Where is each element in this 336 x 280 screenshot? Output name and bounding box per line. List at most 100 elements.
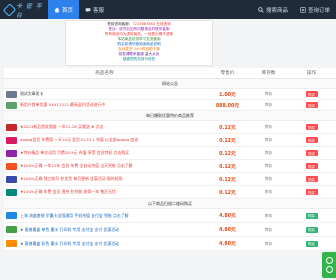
product-name[interactable]: ★100%正确 一年12年 会员 年费 全自动充值 当天到账 点击了解 (20, 163, 133, 169)
product-name[interactable]: ★100%正确 独立账号 秒发货 每月更新 优惠活动 限时抢购 (20, 176, 123, 182)
product-thumbnail (6, 175, 17, 183)
product-name[interactable]: ★ 惠普墨盒 彩色 墨水 打印机 专用 支付宝 支付 优惠活动 (20, 241, 119, 247)
nav-label-service: 客服 (93, 7, 105, 14)
product-name[interactable]: ★100%正确 年费 会员 直充 秒到账 质保一年 售后无忧 (20, 189, 116, 195)
notice-board: 售前咨询客服：7225687863 在线咨询 售后：收货后如有问题请及时联系客服… (65, 20, 213, 66)
table-row[interactable]: 新用户首单优惠 XXX12312 最高返利活动进行中 888.00元 库存 购买 (4, 100, 336, 111)
product-name[interactable]: ★2021新品首发限量 一年12.28 买就送 ★ 点击 (20, 124, 104, 130)
product-thumbnail (6, 188, 17, 196)
notice-contact[interactable]: 7225687863 在线咨询 (132, 22, 170, 26)
product-stock: 库存 (264, 137, 273, 142)
product-name-cell: ★2021新品首发限量 一年12.28 买就送 ★ 点击 (4, 123, 205, 131)
nav-item-home[interactable]: 首页 (48, 0, 80, 19)
product-name-cell: ★100%正确 独立账号 秒发货 每月更新 优惠活动 限时抢购 (4, 175, 205, 183)
table-row[interactable]: ★特价精品 单次试用 月费28.9元 充值 享受 会员特权 点击购买 0.12元 库… (4, 147, 336, 160)
buy-button[interactable]: 购买 (305, 212, 318, 219)
buy-button[interactable]: 购买 (305, 91, 318, 97)
buy-button[interactable]: 购买 (305, 226, 318, 233)
product-price: 0.12元 (219, 190, 236, 196)
product-thumbnail (6, 123, 17, 131)
action-cell: 购买 (287, 240, 336, 247)
product-stock: 库存 (264, 102, 273, 107)
buy-button[interactable]: 购买 (305, 124, 318, 130)
product-stock: 库存 (264, 150, 273, 155)
product-name-cell: ★100%正确 一年12年 会员 年费 全自动充值 当天到账 点击了解 (4, 162, 205, 170)
product-name[interactable]: ★ 惠普墨盒 单色 墨水 打印机 专用 支付宝 支付 优惠活动 (20, 227, 119, 233)
action-cell: 购买 (287, 176, 336, 182)
product-thumbnail (6, 240, 17, 247)
product-price: 1.00元 (219, 92, 236, 98)
buy-button[interactable]: 购买 (305, 189, 318, 195)
section-header: 每日爆款优惠特价商品推荐 (4, 111, 336, 121)
product-name-cell: ★特价精品 单次试用 月费28.9元 充值 享受 会员特权 点击购买 (4, 149, 205, 157)
table-row[interactable]: ★2021新品首发限量 一年12.28 买就送 ★ 点击 0.12元 库存 购买 (4, 121, 336, 134)
product-name-cell: 新用户首单优惠 XXX12312 最高返利活动进行中 (4, 101, 205, 109)
product-price: 0.12元 (219, 151, 236, 157)
chat-icon[interactable] (325, 257, 333, 264)
nav-item-search[interactable]: 搜索商品 (252, 0, 294, 19)
product-table: 商品名称 零售价 库存数 操作 网站公告 测试文章发卡 1.00元 库存 购买 新用户首单… (4, 68, 336, 251)
top-nav: 卡 密 平 台 首页 客服 搜索商品 查询订单 (0, 0, 336, 19)
product-name-cell: ★ 惠普墨盒 单色 墨水 打印机 专用 支付宝 支付 优惠活动 (4, 226, 205, 233)
buy-button[interactable]: 购买 (305, 102, 318, 108)
notice-prefix: 售前咨询客服： (107, 22, 133, 26)
product-thumbnail (6, 149, 17, 157)
product-price: 4.80元 (219, 214, 236, 219)
product-thumbnail (6, 212, 17, 219)
product-stock: 库存 (264, 163, 273, 168)
product-price: 888.00元 (215, 103, 240, 109)
buy-button[interactable]: 购买 (305, 176, 318, 182)
nav-label-home: 首页 (62, 7, 74, 14)
product-price: 0.12元 (219, 164, 236, 170)
header-stock: 库存数 (261, 71, 276, 76)
buy-button[interactable]: 购买 (305, 137, 318, 143)
table-row[interactable]: ★ 惠普墨盒 彩色 墨水 打印机 专用 支付宝 支付 优惠活动 4.80元 库存 购买 (4, 237, 336, 251)
buy-button[interactable]: 购买 (305, 240, 318, 247)
table-row[interactable]: ★100%正确 一年12年 会员 年费 全自动充值 当天到账 点击了解 0.12元… (4, 160, 336, 173)
section-header: 网站公告 (4, 79, 336, 89)
product-name-cell: 测试文章发卡 (4, 90, 205, 98)
table-row[interactable]: 上海 流量套餐 步赢卡全国通用 手机充值 支付宝 到账 点击了解 4.80元 库存 购… (4, 209, 336, 223)
product-name[interactable]: 测试文章发卡 (20, 91, 43, 97)
floating-contact-bar[interactable] (322, 252, 336, 278)
product-name[interactable]: ★特价精品 单次试用 月费28.9元 充值 享受 会员特权 点击购买 (20, 150, 129, 156)
table-header: 商品名称 零售价 库存数 操作 (4, 68, 336, 79)
action-cell: 购买 (287, 163, 336, 169)
action-cell: 购买 (287, 137, 336, 143)
product-price: 0.12元 (219, 138, 236, 144)
table-row[interactable]: ★ 惠普墨盒 单色 墨水 打印机 专用 支付宝 支付 优惠活动 4.80元 库存 购买 (4, 223, 336, 237)
product-thumbnail (6, 162, 17, 170)
action-cell: 购买 (287, 102, 336, 108)
table-row[interactable]: ★100%正确 年费 会员 直充 秒到账 质保一年 售后无忧 0.12元 库存 购买 (4, 186, 336, 199)
action-cell: 购买 (287, 226, 336, 233)
buy-button[interactable]: 购买 (305, 150, 318, 156)
page: 卡 密 平 台 首页 客服 搜索商品 查询订单 售前咨询客服：722568786… (0, 0, 336, 280)
buy-button[interactable]: 购买 (305, 163, 318, 169)
nav-item-service[interactable]: 客服 (79, 0, 110, 19)
product-stock: 库存 (264, 91, 273, 96)
product-name[interactable]: 上海 流量套餐 步赢卡全国通用 手机充值 支付宝 到账 点击了解 (20, 213, 129, 219)
product-price: 4.80元 (219, 242, 236, 247)
action-cell: 购买 (287, 212, 336, 219)
table-row[interactable]: 测试文章发卡 1.00元 库存 购买 (4, 89, 336, 100)
nav-label-search: 搜索商品 (265, 7, 288, 14)
table-row[interactable]: ★100%正确 独立账号 秒发货 每月更新 优惠活动 限时抢购 0.12元 库存 购买 (4, 173, 336, 186)
product-stock: 库存 (264, 176, 273, 181)
product-name-cell: ★ 惠普墨盒 彩色 墨水 打印机 专用 支付宝 支付 优惠活动 (4, 240, 205, 247)
action-cell: 购买 (287, 91, 336, 97)
list-icon (300, 6, 306, 13)
nav-item-orders[interactable]: 查询订单 (294, 0, 336, 19)
section-header: 以下商品扫描二维码购买 (4, 199, 336, 209)
table-row[interactable]: qqqqq会员 年费版 一天10元 会员10.33 1 充值 以全部qqqqq … (4, 134, 336, 147)
notice-line: 感谢您的支持与信任 (122, 57, 156, 61)
product-name[interactable]: qqqqq会员 年费版 一天10元 会员10.33 1 充值 以全部qqqqq … (20, 137, 138, 143)
site-logo[interactable]: 卡 密 平 台 (0, 0, 48, 19)
product-thumbnail (6, 90, 17, 98)
product-name[interactable]: 新用户首单优惠 XXX12312 最高返利活动进行中 (20, 102, 105, 108)
search-icon (258, 6, 264, 13)
top-icon[interactable] (325, 266, 333, 273)
product-thumbnail (6, 101, 17, 109)
logo-text: 卡 密 平 台 (15, 2, 43, 19)
action-cell: 购买 (287, 189, 336, 195)
home-icon (54, 7, 60, 12)
